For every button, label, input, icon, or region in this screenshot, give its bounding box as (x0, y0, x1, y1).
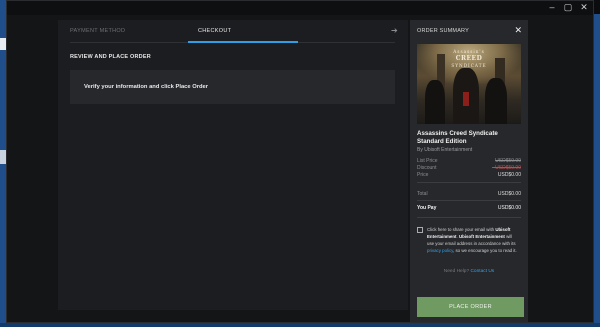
minimize-icon[interactable]: – (547, 2, 557, 13)
you-pay-value: USD$0.00 (497, 205, 521, 211)
consent-company: Ubisoft Entertainment (458, 234, 505, 239)
step-progress-active (188, 41, 298, 43)
email-consent-text: Click here to share your email with Ubis… (427, 226, 519, 254)
place-order-button[interactable]: PLACE ORDER (417, 297, 524, 317)
step-checkout[interactable]: CHECKOUT (198, 28, 231, 34)
discount-value: - USD$59.99 (492, 165, 521, 171)
discount-row: Discount - USD$59.99 (417, 165, 521, 171)
step-payment-method[interactable]: PAYMENT METHOD (70, 28, 125, 34)
contact-us-link[interactable]: Contact Us (470, 269, 494, 274)
total-label: Total (417, 191, 428, 197)
checkout-panel: PAYMENT METHOD CHECKOUT ➔ REVIEW AND PLA… (58, 20, 408, 310)
divider (417, 217, 521, 218)
review-info-box: Verify your information and click Place … (70, 70, 395, 104)
consent-text-part: , so we encourage you to read it. (453, 248, 517, 253)
product-publisher: By Ubisoft Entertainment (417, 147, 473, 153)
cover-figure (485, 78, 507, 124)
divider (417, 182, 521, 183)
product-title: Assassins Creed Syndicate Standard Editi… (417, 130, 498, 145)
email-consent-checkbox[interactable] (417, 227, 423, 233)
maximize-icon[interactable]: ▢ (563, 2, 573, 13)
list-price-label: List Price (417, 158, 438, 164)
total-row: Total USD$0.00 (417, 191, 521, 197)
desktop-bottom-edge (0, 323, 600, 327)
section-title: REVIEW AND PLACE ORDER (70, 54, 151, 60)
discount-label: Discount (417, 165, 437, 171)
checkout-steps: PAYMENT METHOD CHECKOUT ➔ (70, 26, 408, 46)
close-icon[interactable]: ✕ (514, 25, 522, 36)
price-row: Price USD$0.00 (417, 172, 521, 178)
cover-logo: Assassin's CREED SYNDICATE (417, 48, 521, 69)
close-window-icon[interactable]: ✕ (579, 2, 589, 13)
you-pay-label: You Pay (417, 205, 437, 211)
divider (417, 200, 521, 201)
desktop-right-edge (594, 14, 600, 327)
order-summary-panel: ORDER SUMMARY ✕ Assassin's CREED SYNDICA… (410, 20, 528, 322)
consent-text-part: Click here to share your email with (427, 227, 496, 232)
cover-red-sash (463, 92, 469, 106)
list-price-row: List Price USD$59.99 (417, 158, 521, 164)
help-question: Need Help? (443, 269, 471, 274)
review-info-text: Verify your information and click Place … (84, 84, 209, 90)
list-price-value: USD$59.99 (495, 158, 521, 164)
price-label: Price (417, 172, 429, 178)
price-value: USD$0.00 (497, 172, 521, 178)
window-controls: – ▢ ✕ (547, 2, 589, 13)
order-summary-title: ORDER SUMMARY (417, 28, 470, 34)
cover-logo-line: Assassin's (453, 49, 485, 54)
arrow-right-icon: ➔ (390, 26, 398, 35)
cover-logo-line: SYNDICATE (451, 63, 487, 68)
privacy-policy-link[interactable]: privacy policy (427, 248, 453, 253)
game-cover-image: Assassin's CREED SYNDICATE (417, 44, 521, 124)
total-value: USD$0.00 (497, 191, 521, 197)
cover-logo-line: CREED (455, 55, 483, 62)
you-pay-row: You Pay USD$0.00 (417, 205, 521, 211)
cover-figure (425, 80, 445, 124)
title-bar: – ▢ ✕ (7, 1, 593, 15)
help-line: Need Help? Contact Us (410, 269, 528, 274)
